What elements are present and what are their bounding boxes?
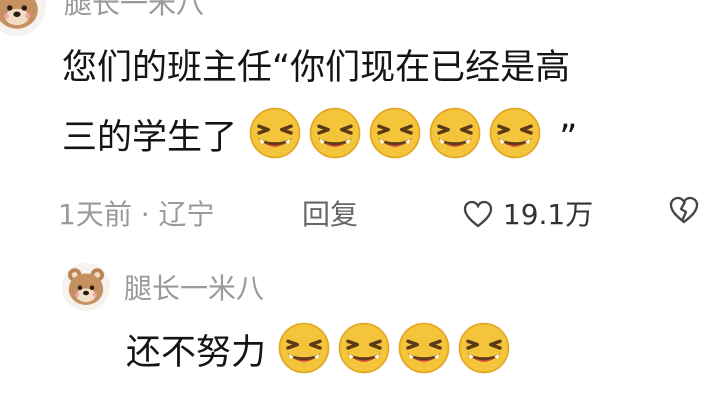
grinning-squint-emoji-icon <box>337 321 391 375</box>
broken-heart-icon <box>669 196 699 224</box>
grinning-squint-emoji-icon <box>277 321 331 375</box>
grinning-squint-emoji-icon <box>457 321 511 375</box>
reply-button[interactable]: 回复 <box>302 193 358 233</box>
reply-username[interactable]: 腿长一米八 <box>124 267 264 307</box>
like-button[interactable]: 19.1万 <box>462 193 593 233</box>
comment-line-2: 三的学生了 ” <box>62 103 712 174</box>
reply-text: 还不努力 <box>126 318 696 389</box>
comment-emoji-row <box>248 104 548 174</box>
grinning-squint-emoji-icon <box>308 106 362 160</box>
grinning-squint-emoji-icon <box>488 106 542 160</box>
bear-avatar-icon[interactable] <box>0 0 46 36</box>
grinning-squint-emoji-icon <box>248 106 302 160</box>
comment-username[interactable]: 腿长一米八 <box>64 0 204 22</box>
reply-text-content: 还不努力 <box>126 333 267 373</box>
heart-icon <box>463 200 493 228</box>
main-comment: 腿长一米八 您们的班主任“你们现在已经是高 三的学生了 ” 1天前 · 辽宁 回… <box>0 0 720 231</box>
comment-time-location: 1天前 · 辽宁 <box>58 198 215 231</box>
comment-line-1: 您们的班主任“你们现在已经是高 <box>62 48 571 88</box>
grinning-squint-emoji-icon <box>368 106 422 160</box>
comment-line-2-text: 三的学生了 <box>62 118 238 158</box>
grinning-squint-emoji-icon <box>428 106 482 160</box>
dislike-button[interactable] <box>668 193 700 225</box>
comment-meta: 1天前 · 辽宁 回复 19.1万 <box>58 193 718 233</box>
grinning-squint-emoji-icon <box>397 321 451 375</box>
closing-quote: ” <box>559 118 578 158</box>
reply-emoji-row <box>277 319 517 389</box>
reply-comment: 腿长一米八 还不努力 <box>0 258 720 405</box>
like-count: 19.1万 <box>502 198 594 231</box>
bear-avatar-icon[interactable] <box>62 263 110 311</box>
comment-text: 您们的班主任“你们现在已经是高 三的学生了 ” <box>62 33 712 174</box>
